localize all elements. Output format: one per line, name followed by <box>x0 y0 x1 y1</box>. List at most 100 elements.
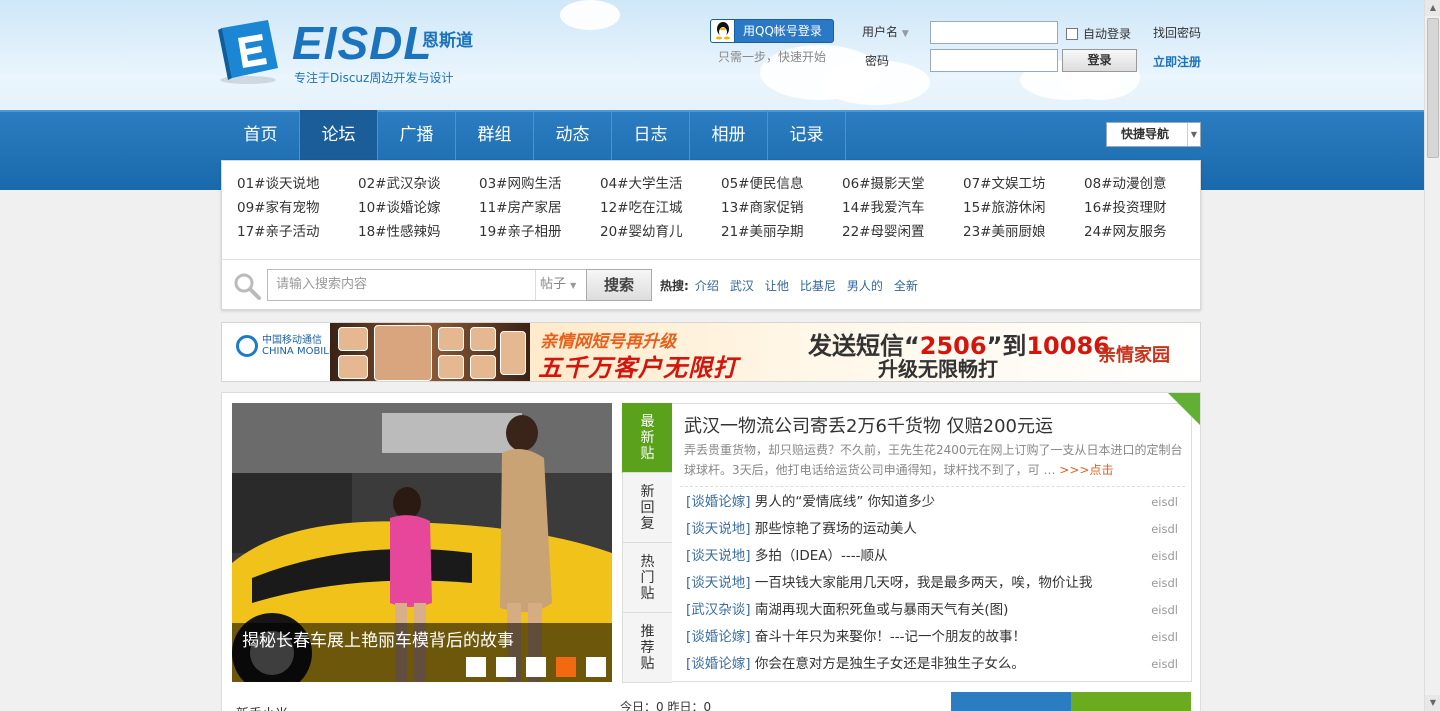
category-link[interactable]: 17#亲子活动 <box>237 223 358 241</box>
site-logo[interactable]: EISDL 恩斯道 专注于Discuz周边开发与设计 <box>218 14 488 90</box>
post-category[interactable]: [谈婚论嫁] <box>686 656 751 672</box>
category-link[interactable]: 05#便民信息 <box>721 175 842 193</box>
category-link[interactable]: 13#商家促销 <box>721 199 842 217</box>
tab-new-replies[interactable]: 新回复 <box>622 473 672 543</box>
post-category[interactable]: [谈天说地] <box>686 575 751 591</box>
post-title[interactable]: 男人的“爱情底线” 你知道多少 <box>755 494 935 510</box>
post-category[interactable]: [谈婚论嫁] <box>686 494 751 510</box>
search-type-select[interactable]: 帖子 ▼ <box>535 270 585 300</box>
slideshow[interactable]: 揭秘长春车展上艳丽车模背后的故事 <box>232 403 612 682</box>
post-category[interactable]: [武汉杂谈] <box>686 602 751 618</box>
nav-item-groups[interactable]: 群组 <box>456 110 534 160</box>
post-author[interactable]: eisdl <box>1151 651 1178 678</box>
post-author[interactable]: eisdl <box>1151 597 1178 624</box>
category-link[interactable]: 10#谈婚论嫁 <box>358 199 479 217</box>
slide-dot[interactable] <box>586 657 606 677</box>
nav-item-broadcast[interactable]: 广播 <box>378 110 456 160</box>
category-link[interactable]: 18#性感辣妈 <box>358 223 479 241</box>
slide-dot[interactable] <box>466 657 486 677</box>
username-input[interactable] <box>930 21 1058 44</box>
main-nav: 首页 论坛 广播 群组 动态 日志 相册 记录 <box>222 110 846 160</box>
china-mobile-logo: 中国移动通信 CHINA MOBILE <box>236 335 335 357</box>
hot-term-link[interactable]: 男人的 <box>847 279 883 293</box>
post-category[interactable]: [谈天说地] <box>686 548 751 564</box>
hot-term-link[interactable]: 武汉 <box>730 279 754 293</box>
category-link[interactable]: 09#家有宠物 <box>237 199 358 217</box>
headline-title[interactable]: 武汉一物流公司寄丢2万6千货物 仅赔200元运 <box>684 412 1053 438</box>
post-title[interactable]: 你会在意对方是独生子女还是非独生子女么。 <box>755 656 1025 672</box>
nav-item-activity[interactable]: 动态 <box>534 110 612 160</box>
find-password-link[interactable]: 找回密码 <box>1153 24 1201 41</box>
search-button[interactable]: 搜索 <box>586 269 652 301</box>
username-label-dropdown[interactable]: 用户名 ▼ <box>862 23 909 40</box>
post-title[interactable]: 多拍（IDEA）----顺从 <box>755 548 888 564</box>
slide-dot[interactable] <box>496 657 516 677</box>
slide-dot[interactable] <box>526 657 546 677</box>
nav-item-forum[interactable]: 论坛 <box>300 110 378 160</box>
post-author[interactable]: eisdl <box>1151 543 1178 570</box>
category-link[interactable]: 22#母婴闲置 <box>842 223 963 241</box>
scroll-down-icon[interactable]: ▼ <box>1425 695 1440 711</box>
headline-more-link[interactable]: >>>点击 <box>1059 463 1113 477</box>
scroll-thumb[interactable] <box>1427 18 1439 158</box>
hot-term-link[interactable]: 全新 <box>894 279 918 293</box>
post-author[interactable]: eisdl <box>1151 489 1178 516</box>
qq-penguin-icon <box>711 20 735 42</box>
slideshow-caption[interactable]: 揭秘长春车展上艳丽车模背后的故事 <box>242 626 514 651</box>
login-button[interactable]: 登录 <box>1062 49 1137 72</box>
scroll-up-icon[interactable]: ▲ <box>1425 0 1440 16</box>
category-link[interactable]: 02#武汉杂谈 <box>358 175 479 193</box>
tab-hot[interactable]: 热门贴 <box>622 543 672 613</box>
nav-item-blog[interactable]: 日志 <box>612 110 690 160</box>
category-link[interactable]: 11#房产家居 <box>479 199 600 217</box>
action-button-green[interactable] <box>1071 692 1191 711</box>
post-author[interactable]: eisdl <box>1151 624 1178 651</box>
category-link[interactable]: 14#我爱汽车 <box>842 199 963 217</box>
category-link[interactable]: 19#亲子相册 <box>479 223 600 241</box>
category-link[interactable]: 03#网购生活 <box>479 175 600 193</box>
vertical-scrollbar[interactable]: ▲ ▼ <box>1424 0 1440 711</box>
list-item: [谈婚论嫁] 男人的“爱情底线” 你知道多少 eisdl <box>686 489 1186 516</box>
register-link[interactable]: 立即注册 <box>1153 53 1201 70</box>
post-title[interactable]: 奋斗十年只为来娶你！---记一个朋友的故事！ <box>755 629 1026 645</box>
category-link[interactable]: 16#投资理财 <box>1084 199 1205 217</box>
category-link[interactable]: 24#网友服务 <box>1084 223 1205 241</box>
post-title[interactable]: 一百块钱大家能用几天呀，我是最多两天，唉，物价让我 <box>755 575 1093 591</box>
auto-login-checkbox[interactable]: 自动登录 <box>1066 25 1131 42</box>
password-input[interactable] <box>930 49 1058 72</box>
post-title[interactable]: 南湖再现大面积死鱼或与暴雨天气有关(图) <box>755 602 1009 618</box>
chevron-down-icon: ▼ <box>570 281 577 290</box>
slide-dot-active[interactable] <box>556 657 576 677</box>
hot-term-link[interactable]: 介绍 <box>695 279 719 293</box>
hot-term-link[interactable]: 比基尼 <box>800 279 836 293</box>
divider <box>680 486 1185 487</box>
quick-nav-dropdown[interactable]: 快捷导航 ▼ <box>1106 122 1201 147</box>
post-title[interactable]: 那些惊艳了赛场的运动美人 <box>755 521 917 537</box>
logo-text: EISDL <box>292 17 433 69</box>
nav-item-home[interactable]: 首页 <box>222 110 300 160</box>
category-link[interactable]: 08#动漫创意 <box>1084 175 1205 193</box>
post-category[interactable]: [谈天说地] <box>686 521 751 537</box>
category-link[interactable]: 04#大学生活 <box>600 175 721 193</box>
category-link[interactable]: 23#美丽厨娘 <box>963 223 1084 241</box>
category-link[interactable]: 15#旅游休闲 <box>963 199 1084 217</box>
category-link[interactable]: 12#吃在江城 <box>600 199 721 217</box>
category-link[interactable]: 21#美丽孕期 <box>721 223 842 241</box>
action-button-blue[interactable] <box>951 692 1071 711</box>
qq-login-label: 用QQ帐号登录 <box>743 24 822 38</box>
post-author[interactable]: eisdl <box>1151 570 1178 597</box>
ad-banner[interactable]: 中国移动通信 CHINA MOBILE 亲情网短号再升级 五千万客户无限打 发送短… <box>221 322 1201 382</box>
nav-item-album[interactable]: 相册 <box>690 110 768 160</box>
hot-term-link[interactable]: 让他 <box>765 279 789 293</box>
category-link[interactable]: 01#谈天说地 <box>237 175 358 193</box>
tab-latest[interactable]: 最新贴 <box>622 403 672 473</box>
tab-recommended[interactable]: 推荐贴 <box>622 613 672 683</box>
nav-item-records[interactable]: 记录 <box>768 110 846 160</box>
post-category[interactable]: [谈婚论嫁] <box>686 629 751 645</box>
category-link[interactable]: 20#婴幼育儿 <box>600 223 721 241</box>
search-icon <box>234 273 261 300</box>
post-author[interactable]: eisdl <box>1151 516 1178 543</box>
category-link[interactable]: 06#摄影天堂 <box>842 175 963 193</box>
qq-login-button[interactable]: 用QQ帐号登录 <box>710 19 834 43</box>
category-link[interactable]: 07#文娱工坊 <box>963 175 1084 193</box>
